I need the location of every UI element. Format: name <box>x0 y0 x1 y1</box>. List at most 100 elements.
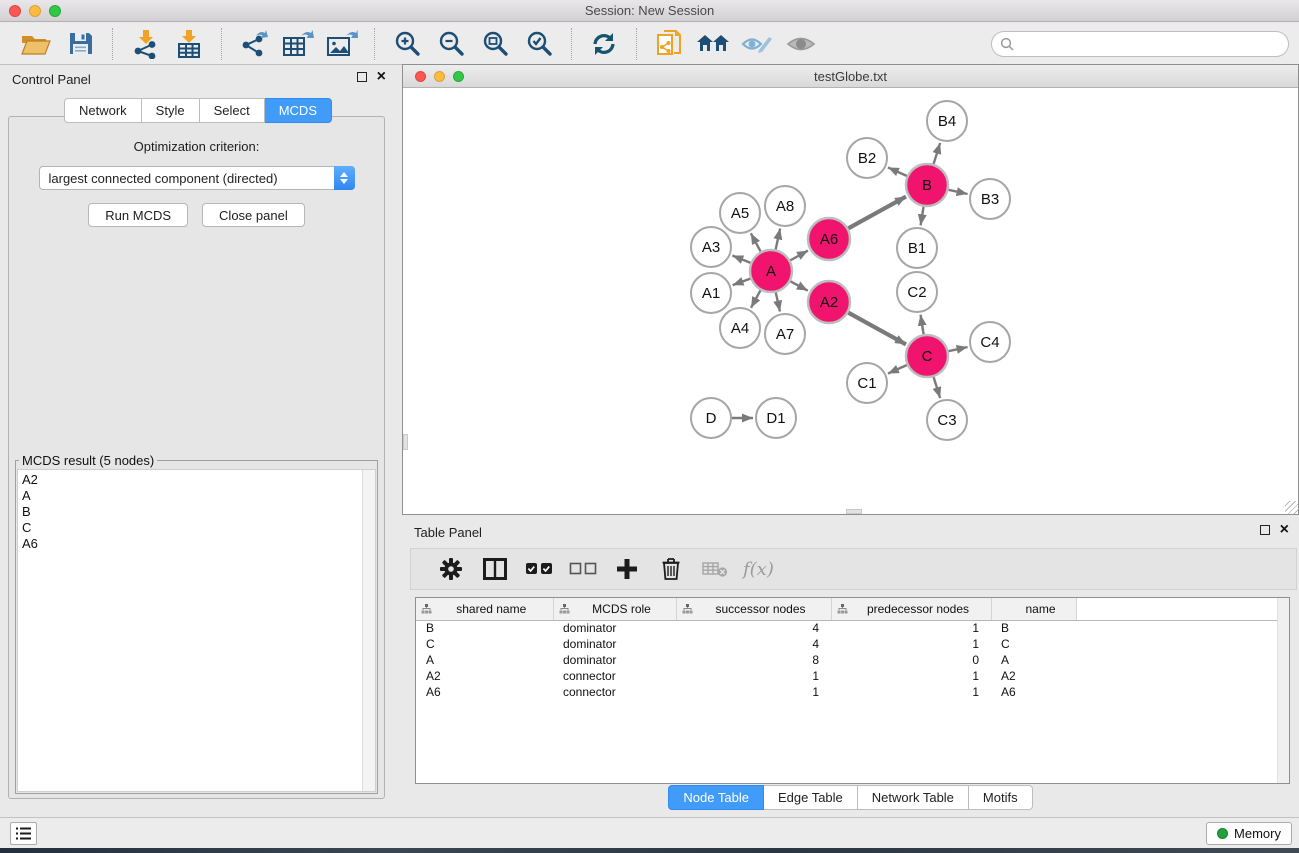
refresh-icon[interactable] <box>587 27 621 61</box>
table-scrollbar[interactable] <box>1277 598 1289 783</box>
graph-node-A7[interactable]: A7 <box>765 314 805 354</box>
float-table-panel-icon[interactable] <box>1260 525 1270 535</box>
graph-node-C2[interactable]: C2 <box>897 272 937 312</box>
network-maximize-button[interactable] <box>453 71 464 82</box>
table-cell[interactable]: B <box>416 620 553 636</box>
minimize-window-button[interactable] <box>29 5 41 17</box>
import-network-icon[interactable] <box>128 27 162 61</box>
graph-edge-C-C2[interactable] <box>921 315 924 335</box>
graph-node-A3[interactable]: A3 <box>691 227 731 267</box>
export-network-icon[interactable] <box>237 27 271 61</box>
graph-node-C3[interactable]: C3 <box>927 400 967 440</box>
trash-icon[interactable] <box>656 554 686 584</box>
graph-node-A4[interactable]: A4 <box>720 308 760 348</box>
graph-edge-B-B2[interactable] <box>888 167 907 176</box>
graph-edge-A-A8[interactable] <box>776 228 781 249</box>
graph-node-B2[interactable]: B2 <box>847 138 887 178</box>
graph-edge-B-B3[interactable] <box>948 190 967 194</box>
gear-icon[interactable] <box>436 554 466 584</box>
column-header-name[interactable]: name <box>991 598 1076 620</box>
table-cell[interactable]: A2 <box>416 668 553 684</box>
table-cell[interactable]: 1 <box>676 668 831 684</box>
graph-node-A8[interactable]: A8 <box>765 186 805 226</box>
mcds-result-item[interactable]: C <box>22 520 375 536</box>
table-cell[interactable]: 1 <box>831 620 991 636</box>
graph-edge-B-B4[interactable] <box>934 143 941 164</box>
network-canvas[interactable]: B4B2BB3B1A5A8A6A3AA1A2C2A4A7C4CC1C3DD1 <box>403 89 1298 514</box>
table-row[interactable]: Bdominator41B <box>416 620 1286 636</box>
graph-node-D[interactable]: D <box>691 398 731 438</box>
table-row[interactable]: A6connector11A6 <box>416 684 1286 700</box>
table-cell[interactable]: C <box>991 636 1076 652</box>
graph-node-D1[interactable]: D1 <box>756 398 796 438</box>
table-cell[interactable]: A <box>416 652 553 668</box>
mcds-result-item[interactable]: A6 <box>22 536 375 552</box>
graph-edge-C-C4[interactable] <box>948 347 967 351</box>
table-cell[interactable]: 0 <box>831 652 991 668</box>
table-cell[interactable]: dominator <box>553 652 676 668</box>
graph-node-B4[interactable]: B4 <box>927 101 967 141</box>
task-history-button[interactable] <box>10 822 37 845</box>
graph-edge-A-A2[interactable] <box>790 281 807 290</box>
memory-button[interactable]: Memory <box>1206 822 1292 845</box>
network-close-button[interactable] <box>415 71 426 82</box>
table-cell[interactable]: B <box>991 620 1076 636</box>
table-cell[interactable]: 1 <box>831 668 991 684</box>
graph-node-A1[interactable]: A1 <box>691 273 731 313</box>
column-header-mcds-role[interactable]: MCDS role <box>553 598 676 620</box>
tab-network[interactable]: Network <box>64 98 142 123</box>
network-horizontal-scroll-thumb[interactable] <box>846 509 862 514</box>
graph-edge-A-A3[interactable] <box>732 256 750 263</box>
table-row[interactable]: Adominator80A <box>416 652 1286 668</box>
table-cell[interactable]: C <box>416 636 553 652</box>
hide-selected-icon[interactable] <box>740 27 774 61</box>
criterion-dropdown[interactable]: largest connected component (directed) <box>39 166 355 190</box>
graph-node-C4[interactable]: C4 <box>970 322 1010 362</box>
graph-edge-B-B1[interactable] <box>921 207 924 226</box>
graph-edge-A6-B[interactable] <box>848 197 906 229</box>
mcds-result-item[interactable]: A <box>22 488 375 504</box>
graph-edge-A-A5[interactable] <box>751 233 761 251</box>
table-cell[interactable]: A6 <box>991 684 1076 700</box>
table-cell[interactable]: A <box>991 652 1076 668</box>
zoom-selected-icon[interactable] <box>522 27 556 61</box>
tab-style[interactable]: Style <box>142 98 200 123</box>
tab-node-table[interactable]: Node Table <box>668 785 764 810</box>
export-image-icon[interactable] <box>325 27 359 61</box>
open-session-icon[interactable] <box>19 27 53 61</box>
import-table-icon[interactable] <box>172 27 206 61</box>
float-panel-icon[interactable] <box>357 72 367 82</box>
table-cell[interactable]: connector <box>553 668 676 684</box>
add-icon[interactable] <box>612 554 642 584</box>
function-builder-icon[interactable]: f(x) <box>743 559 774 580</box>
table-cell[interactable]: dominator <box>553 636 676 652</box>
tab-mcds[interactable]: MCDS <box>265 98 332 123</box>
mcds-list-scrollbar[interactable] <box>362 470 375 791</box>
graph-edge-C-C3[interactable] <box>934 377 941 398</box>
column-header-predecessor-nodes[interactable]: predecessor nodes <box>831 598 991 620</box>
graph-node-C1[interactable]: C1 <box>847 363 887 403</box>
close-panel-icon[interactable]: × <box>377 72 386 82</box>
select-all-icon[interactable] <box>524 554 554 584</box>
graph-node-A2[interactable]: A2 <box>808 281 850 323</box>
graph-node-A5[interactable]: A5 <box>720 193 760 233</box>
network-vertical-scroll-thumb[interactable] <box>403 434 408 450</box>
table-cell[interactable]: 4 <box>676 636 831 652</box>
table-cell[interactable]: connector <box>553 684 676 700</box>
zoom-out-icon[interactable] <box>434 27 468 61</box>
column-header-shared-name[interactable]: shared name <box>416 598 553 620</box>
export-table-icon[interactable] <box>281 27 315 61</box>
graph-node-A[interactable]: A <box>750 250 792 292</box>
split-columns-icon[interactable] <box>480 554 510 584</box>
table-cell[interactable]: 8 <box>676 652 831 668</box>
network-window-titlebar[interactable]: testGlobe.txt <box>403 65 1298 88</box>
deselect-all-icon[interactable] <box>568 554 598 584</box>
tab-select[interactable]: Select <box>200 98 265 123</box>
maximize-window-button[interactable] <box>49 5 61 17</box>
graph-node-B[interactable]: B <box>906 164 948 206</box>
graph-node-A6[interactable]: A6 <box>808 218 850 260</box>
graph-edge-A-A4[interactable] <box>751 290 761 307</box>
graph-edge-A-A7[interactable] <box>776 292 780 311</box>
graph-edge-A2-C[interactable] <box>848 313 906 345</box>
table-cell[interactable]: 1 <box>831 636 991 652</box>
